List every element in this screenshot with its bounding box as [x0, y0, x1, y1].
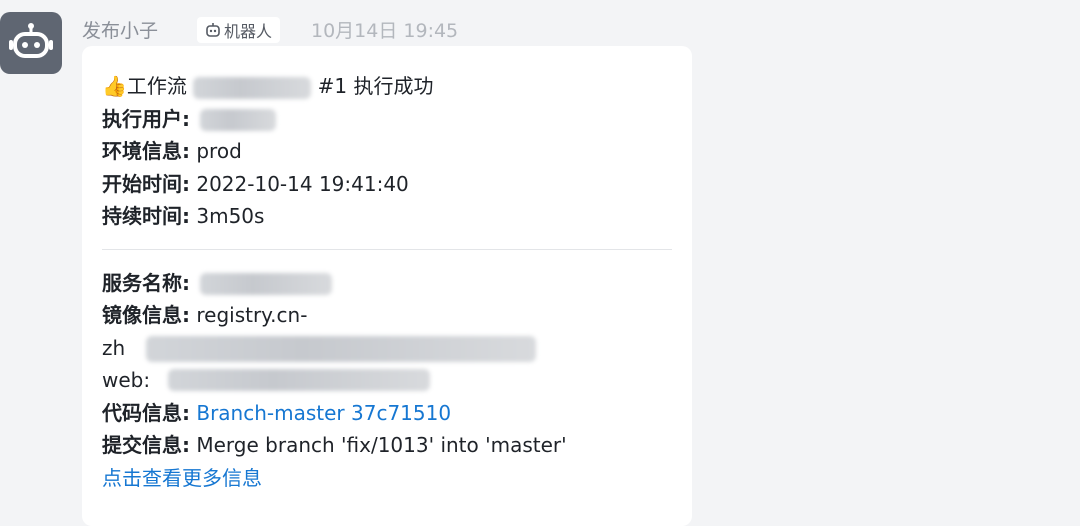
commit-value: Merge branch 'fix/1013' into 'master'	[196, 433, 567, 457]
robot-icon	[9, 23, 53, 58]
field-image-cont-1: zh	[102, 332, 672, 365]
field-image: 镜像信息: registry.cn-	[102, 299, 672, 332]
image-value-line1: registry.cn-	[196, 303, 308, 327]
duration-label: 持续时间:	[102, 204, 190, 228]
field-code: 代码信息: Branch-master 37c71510	[102, 397, 672, 430]
redacted-image-path	[146, 335, 536, 362]
message-content: 👍工作流 #1 执行成功 执行用户: 环境信息: prod 开始时间: 2022…	[102, 70, 672, 494]
section-divider	[102, 248, 672, 250]
field-service: 服务名称:	[102, 267, 672, 300]
robot-icon	[206, 23, 220, 37]
redacted-user	[200, 109, 277, 131]
start-label: 开始时间:	[102, 171, 190, 196]
user-label: 执行用户:	[102, 106, 190, 131]
redacted-workflow-name	[193, 76, 312, 99]
image-value-line2: zh	[102, 335, 126, 360]
field-commit: 提交信息: Merge branch 'fix/1013' into 'mast…	[102, 429, 672, 462]
message-title: 👍工作流 #1 执行成功	[102, 70, 672, 103]
duration-value: 3m50s	[196, 204, 265, 228]
service-label: 服务名称:	[102, 270, 190, 295]
field-image-cont-2: web:	[102, 364, 672, 397]
start-value: 2022-10-14 19:41:40	[196, 171, 409, 196]
field-start-time: 开始时间: 2022-10-14 19:41:40	[102, 168, 672, 201]
title-prefix: 👍工作流	[102, 74, 187, 98]
redacted-service-name	[200, 273, 333, 295]
code-link[interactable]: Branch-master 37c71510	[196, 401, 451, 425]
bot-badge: 机器人	[197, 17, 281, 43]
message-timestamp: 10月14日 19:45	[311, 20, 459, 42]
more-info-link[interactable]: 点击查看更多信息	[102, 462, 672, 495]
sender-avatar[interactable]	[0, 12, 62, 74]
image-label: 镜像信息:	[102, 303, 190, 327]
title-suffix: #1 执行成功	[317, 74, 434, 98]
image-value-line3: web:	[102, 368, 151, 392]
message-card: 👍工作流 #1 执行成功 执行用户: 环境信息: prod 开始时间: 2022…	[82, 46, 692, 526]
field-env: 环境信息: prod	[102, 135, 672, 168]
env-value: prod	[196, 139, 242, 163]
commit-label: 提交信息:	[102, 433, 190, 457]
field-duration: 持续时间: 3m50s	[102, 200, 672, 233]
sender-name[interactable]: 发布小子	[82, 16, 158, 43]
field-user: 执行用户:	[102, 103, 672, 136]
redacted-image-tag	[168, 369, 430, 391]
code-label: 代码信息:	[102, 400, 190, 425]
bot-badge-label: 机器人	[224, 22, 273, 41]
env-label: 环境信息:	[102, 139, 190, 163]
